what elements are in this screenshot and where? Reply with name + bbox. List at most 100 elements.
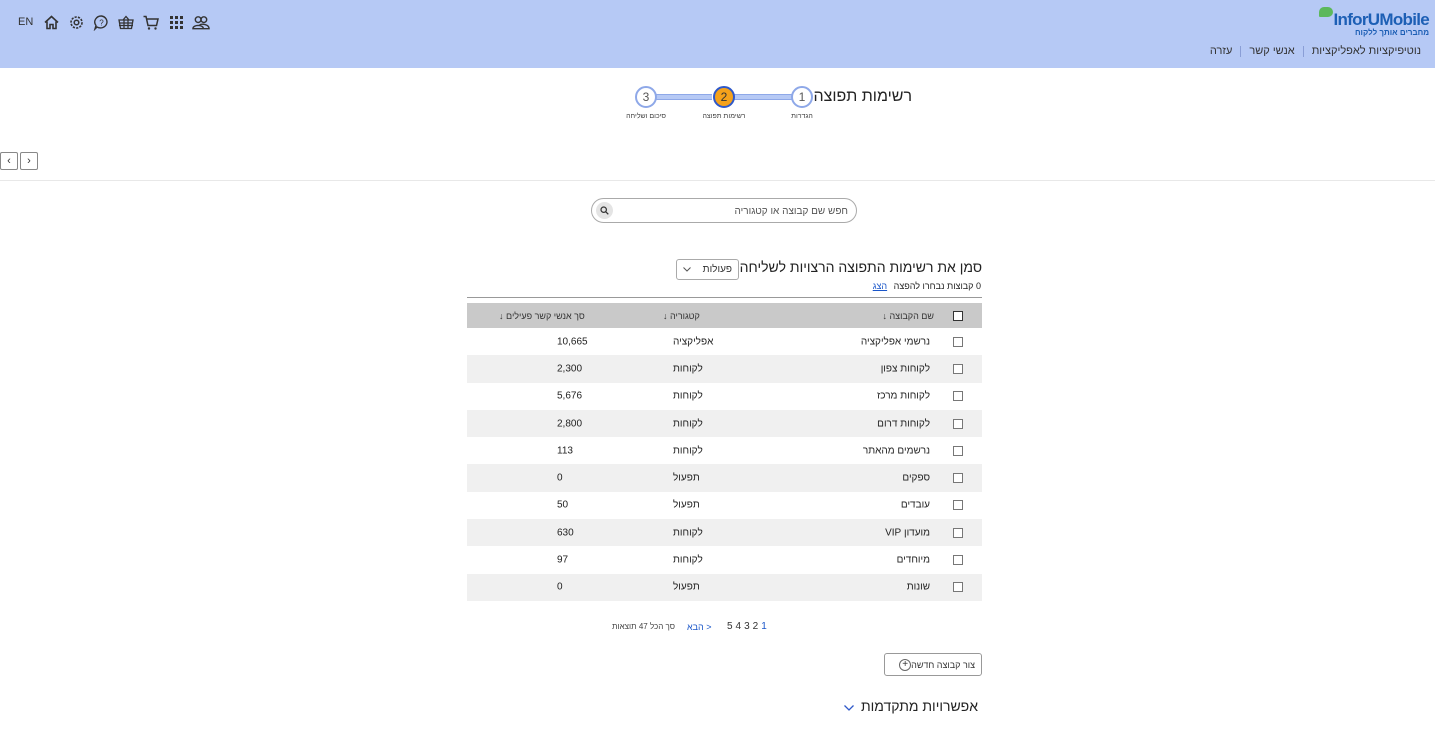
step-2-circle[interactable]: 2 [713, 86, 735, 108]
top-icons: EN ? [18, 13, 217, 31]
page-link[interactable]: 5 [727, 621, 733, 632]
group-category: אפליקציה [673, 336, 714, 348]
group-category: תפעול [673, 499, 700, 511]
group-category: לקוחות [673, 554, 703, 566]
row-checkbox[interactable] [953, 418, 963, 429]
step-1-circle[interactable]: 1 [791, 86, 813, 108]
group-name: מועדון VIP [885, 527, 930, 539]
group-category: לקוחות [673, 390, 703, 402]
row-checkbox[interactable] [953, 555, 963, 566]
table-row[interactable]: לקוחות דרום לקוחות 2,800 [467, 409, 982, 438]
column-header-name[interactable]: שם הקבוצה ↓ [882, 311, 934, 321]
group-name: ספקים [902, 472, 930, 484]
row-checkbox[interactable] [953, 363, 963, 374]
actions-dropdown[interactable]: פעולות [676, 259, 739, 280]
advanced-options-toggle[interactable]: אפשרויות מתקדמות [843, 698, 978, 714]
language-toggle[interactable]: EN [18, 16, 33, 28]
row-checkbox[interactable] [953, 391, 963, 402]
table-row[interactable]: מועדון VIP לקוחות 630 [467, 519, 982, 547]
table-row[interactable]: ספקים תפעול 0 [467, 464, 982, 492]
help-icon[interactable]: ? [92, 13, 110, 31]
select-all-checkbox[interactable] [953, 310, 963, 321]
table-row[interactable]: נרשמים מהאתר לקוחות 113 [467, 437, 982, 464]
store-icon[interactable] [117, 13, 135, 31]
group-count: 97 [557, 554, 569, 566]
results-total: סך הכל 47 תוצאות [612, 622, 675, 631]
table-row[interactable]: נרשמי אפליקציה אפליקציה 10,665 [467, 328, 982, 355]
row-checkbox[interactable] [953, 445, 963, 456]
top-header: InforUMobile מחברים אותך ללקוח נוטיפיקצי… [0, 0, 1435, 68]
nav-contacts[interactable]: אנשי קשר [1241, 45, 1302, 57]
plus-icon: + [899, 658, 912, 671]
home-icon[interactable] [42, 13, 60, 31]
group-name: לקוחות דרום [877, 418, 930, 430]
chevron-down-icon [683, 264, 691, 275]
nav-separator [1302, 45, 1304, 57]
show-selected-link[interactable]: הצג [873, 281, 887, 291]
create-group-label: צור קבוצה חדשה [911, 659, 975, 670]
chevron-left-icon[interactable]: ‹ [0, 152, 18, 170]
step-connector [656, 94, 712, 100]
group-count: 50 [557, 499, 569, 511]
column-header-category[interactable]: קטגוריה ↓ [663, 311, 700, 321]
group-name: לקוחות מרכז [877, 390, 930, 402]
group-name: עובדים [900, 499, 930, 511]
group-count: 630 [557, 527, 574, 539]
actions-label: פעולות [702, 264, 732, 275]
row-checkbox[interactable] [953, 500, 963, 511]
logo-tagline: מחברים אותך ללקוח [1354, 28, 1429, 37]
column-header-count[interactable]: סך אנשי קשר פעילים ↓ [499, 311, 585, 321]
table-row[interactable]: לקוחות צפון לקוחות 2,300 [467, 355, 982, 383]
row-checkbox[interactable] [953, 473, 963, 484]
top-nav: נוטיפיקציות לאפליקציות אנשי קשר עזרה [1202, 45, 1429, 57]
settings-icon[interactable] [67, 13, 85, 31]
logo[interactable]: InforUMobile מחברים אותך ללקוח [1317, 7, 1430, 37]
table-row[interactable]: עובדים תפעול 50 [467, 492, 982, 519]
row-checkbox[interactable] [953, 336, 963, 347]
group-name: לקוחות צפון [880, 363, 930, 375]
group-name: נרשמים מהאתר [862, 445, 930, 457]
group-count: 0 [557, 581, 563, 593]
next-page-link[interactable]: הבא > [687, 622, 712, 632]
row-checkbox[interactable] [953, 582, 963, 593]
step-2-label: רשימות תפוצה [702, 113, 746, 120]
group-count: 2,300 [557, 363, 583, 375]
page-link[interactable]: 3 [744, 621, 750, 632]
group-name: שונות [906, 581, 930, 593]
group-count: 113 [557, 445, 573, 457]
nav-separator [1240, 45, 1242, 57]
row-checkbox[interactable] [953, 527, 963, 538]
step-3-circle[interactable]: 3 [635, 86, 657, 108]
advanced-options-label: אפשרויות מתקדמות [860, 698, 978, 714]
apps-grid-icon[interactable] [167, 13, 185, 31]
nav-help[interactable]: עזרה [1202, 45, 1240, 57]
chevron-right-icon[interactable]: › [20, 152, 38, 170]
create-group-button[interactable]: צור קבוצה חדשה + [884, 653, 982, 676]
step-1-label: הגדרות [791, 113, 813, 120]
contacts-icon[interactable] [192, 13, 211, 31]
page-link-current[interactable]: 1 [761, 621, 767, 632]
table-row[interactable]: שונות תפעול 0 [467, 573, 982, 601]
table-row[interactable]: מיוחדים לקוחות 97 [467, 546, 982, 573]
svg-text:?: ? [99, 18, 104, 27]
search-box [591, 198, 857, 223]
page-link[interactable]: 2 [753, 621, 759, 632]
group-count: 5,676 [557, 390, 583, 402]
divider [467, 297, 982, 298]
search-icon[interactable] [596, 202, 613, 219]
nav-app-notifications[interactable]: נוטיפיקציות לאפליקציות [1304, 45, 1429, 57]
search-input[interactable] [628, 203, 848, 219]
selected-info: 0 קבוצות נבחרו להפצה הצג [873, 281, 981, 291]
group-count: 2,800 [557, 418, 583, 430]
group-category: לקוחות [673, 418, 703, 430]
table-row[interactable]: לקוחות מרכז לקוחות 5,676 [467, 383, 982, 410]
group-category: לקוחות [673, 445, 703, 457]
page-link[interactable]: 4 [736, 621, 742, 632]
table-header: שם הקבוצה ↓ קטגוריה ↓ סך אנשי קשר פעילים… [467, 303, 982, 328]
selected-count-text: 0 קבוצות נבחרו להפצה [893, 281, 981, 291]
cart-icon[interactable] [142, 13, 160, 31]
section-title: סמן את רשימות התפוצה הרצויות לשליחה [739, 259, 982, 275]
group-category: לקוחות [673, 363, 703, 375]
group-category: תפעול [673, 581, 700, 593]
wizard-title: רשימות תפוצה [813, 88, 912, 105]
